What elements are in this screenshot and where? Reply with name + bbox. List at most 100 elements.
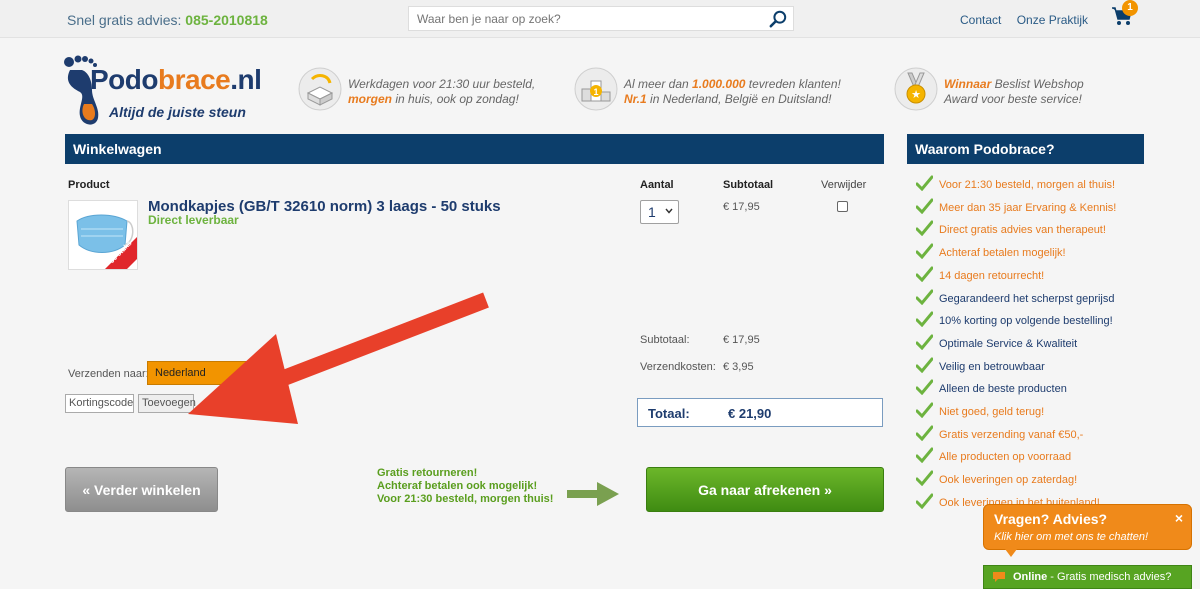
benefit-item: 14 dagen retourrecht! [916,266,1116,284]
checkmark-icon [916,447,933,463]
box-icon [298,67,342,111]
arrow-right-icon [567,482,619,506]
benefit-item: Achteraf betalen mogelijk! [916,243,1116,261]
face-mask-image [69,201,137,269]
online-chat-bar[interactable]: Online - Gratis medisch advies? [983,565,1192,589]
checkmark-icon [916,243,933,259]
usp-customers-post: tevreden klanten! [745,77,841,91]
usp-delivery-line2: in huis, ook op zondag! [392,92,519,106]
promo-line-3: Voor 21:30 besteld, morgen thuis! [377,493,554,505]
benefit-item: Ook leveringen op zaterdag! [916,470,1116,488]
total-label: Totaal: [648,406,690,421]
search-input[interactable] [409,7,759,30]
cart-count-badge: 1 [1122,0,1138,16]
checkmark-icon [916,289,933,305]
search-icon[interactable] [769,10,787,28]
benefit-text: Gegarandeerd het scherpst geprijsd [939,293,1115,305]
phone-number[interactable]: 085-2010818 [185,12,268,28]
logo[interactable]: Podobrace.nl Altijd de juiste steun [62,54,287,130]
podium-icon: 1 [574,67,618,111]
benefit-text: Direct gratis advies van therapeut! [939,224,1106,236]
benefit-text: Ook leveringen op zaterdag! [939,474,1078,486]
continue-shopping-button[interactable]: « Verder winkelen [65,467,218,512]
chat-subtitle: Klik hier om met ons te chatten! [994,531,1149,543]
col-subtotal: Subtotaal [723,179,774,191]
usp-customers-line2: in Nederland, België en Duitsland! [646,92,832,106]
close-icon[interactable]: × [1175,510,1183,526]
checkmark-icon [916,266,933,282]
checkout-button[interactable]: Ga naar afrekenen » [646,467,884,512]
checkmark-icon [916,379,933,395]
usp-delivery-line1: Werkdagen voor 21:30 uur besteld, [348,77,536,91]
checkmark-icon [916,198,933,214]
sidebar-title: Waarom Podobrace? [907,134,1144,164]
checkmark-icon [916,425,933,441]
medal-icon: ★ [894,67,938,111]
logo-wordmark: Podobrace.nl [90,64,262,95]
usp-award-winner: Winnaar [944,77,992,91]
online-text: - Gratis medisch advies? [1047,571,1172,583]
quantity-value: 1 [648,204,656,220]
checkmark-icon [916,175,933,191]
usp-customers-count: 1.000.000 [692,77,746,91]
benefit-item: Veilig en betrouwbaar [916,357,1116,375]
chat-widget[interactable]: Vragen? Advies? Klik hier om met ons te … [983,504,1192,550]
remove-checkbox[interactable] [837,201,848,212]
benefit-text: Achteraf betalen mogelijk! [939,247,1066,259]
benefit-text: Niet goed, geld terug! [939,406,1045,418]
quantity-select[interactable]: 1 [640,200,679,224]
usp-customers-rank: Nr.1 [624,92,647,106]
promo-line-2: Achteraf betalen ook mogelijk! [377,480,538,492]
benefit-text: Alleen de beste producten [939,383,1067,395]
product-stock: Direct leverbaar [148,213,239,227]
practice-link[interactable]: Onze Praktijk [1017,13,1088,27]
benefit-item: Gratis verzending vanaf €50,- [916,425,1116,443]
summary-shipping-value: € 3,95 [723,361,754,373]
ship-to-label: Verzenden naar: [68,368,149,380]
advice-label: Snel gratis advies: [67,12,182,28]
col-product: Product [68,179,110,191]
coupon-input[interactable]: Kortingscode [65,394,134,413]
benefit-text: Gratis verzending vanaf €50,- [939,429,1084,441]
benefit-item: Niet goed, geld terug! [916,402,1116,420]
online-label: Online [1013,571,1048,583]
item-subtotal: € 17,95 [723,201,760,213]
svg-text:★: ★ [911,88,921,101]
benefit-text: Meer dan 35 jaar Ervaring & Kennis! [939,202,1117,214]
col-remove: Verwijder [821,179,867,191]
benefit-item: Alleen de beste producten [916,379,1116,397]
product-image[interactable]: 50 stuks [68,200,138,270]
top-bar: Snel gratis advies: 085-2010818 Contact … [0,0,1200,38]
checkmark-icon [916,311,933,327]
benefit-item: Alle producten op voorraad [916,447,1116,465]
coupon-add-button[interactable]: Toevoegen [138,394,196,413]
benefit-text: Optimale Service & Kwaliteit [939,338,1078,350]
search-box [408,6,794,31]
usp-delivery-highlight: morgen [348,92,393,106]
promo-line-1: Gratis retourneren! [377,467,478,479]
chat-bubble-icon [993,572,1005,582]
checkmark-icon [916,334,933,350]
top-links: Contact Onze Praktijk [960,13,1100,27]
svg-text:1: 1 [593,87,598,97]
benefit-text: Veilig en betrouwbaar [939,361,1045,373]
summary-subtotal-value: € 17,95 [723,334,760,346]
advice-line: Snel gratis advies: 085-2010818 [67,12,268,28]
benefit-item: 10% korting op volgende bestelling! [916,311,1116,329]
benefit-text: Alle producten op voorraad [939,451,1072,463]
checkmark-icon [916,493,933,509]
checkmark-icon [916,470,933,486]
contact-link[interactable]: Contact [960,13,1001,27]
benefit-item: Voor 21:30 besteld, morgen al thuis! [916,175,1116,193]
total-value: € 21,90 [728,406,772,421]
usp-award-line2: Award voor beste service! [944,92,1082,106]
benefit-item: Direct gratis advies van therapeut! [916,220,1116,238]
cart-title: Winkelwagen [65,134,884,164]
checkmark-icon [916,402,933,418]
summary-shipping-label: Verzendkosten: [640,361,716,373]
checkmark-icon [916,220,933,236]
benefit-text: Voor 21:30 besteld, morgen al thuis! [939,179,1116,191]
chat-title: Vragen? Advies? [994,511,1108,527]
benefit-text: 14 dagen retourrecht! [939,270,1045,282]
benefit-text: 10% korting op volgende bestelling! [939,315,1113,327]
